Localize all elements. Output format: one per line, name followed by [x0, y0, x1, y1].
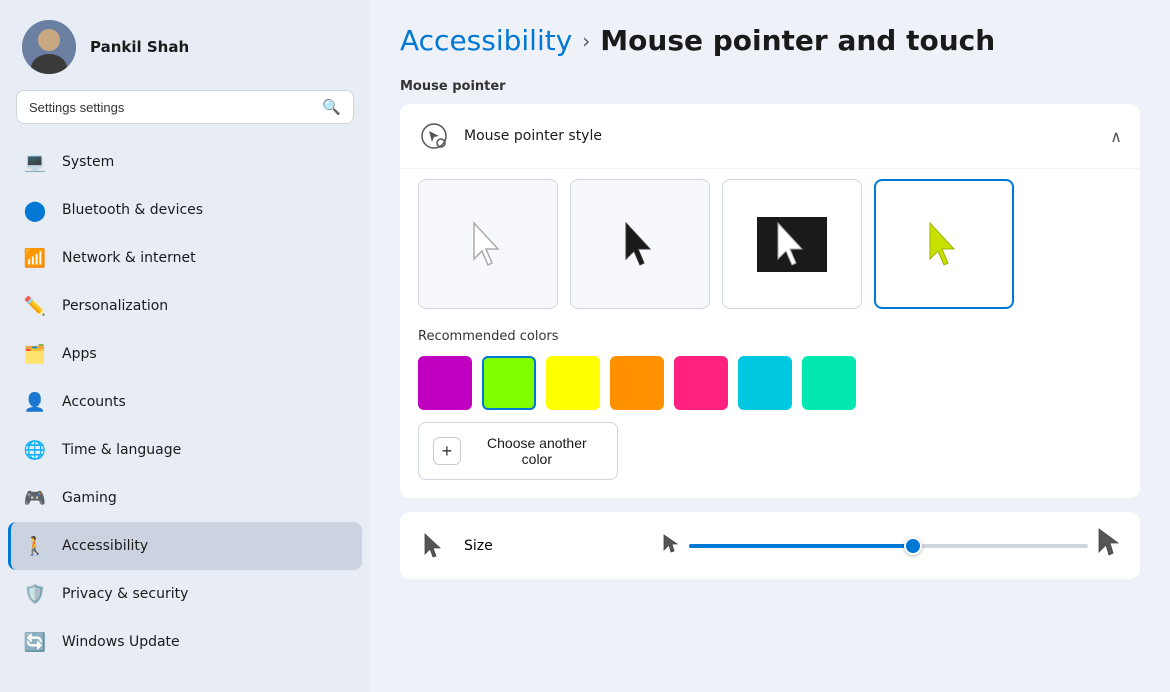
user-profile[interactable]: Pankil Shah	[0, 0, 370, 90]
sidebar-item-label: Gaming	[62, 490, 117, 506]
sidebar-item-label: Accounts	[62, 394, 126, 410]
sidebar-item-time[interactable]: 🌐 Time & language	[8, 426, 362, 474]
color-swatch-yellow[interactable]	[546, 356, 600, 410]
sidebar-item-accounts[interactable]: 👤 Accounts	[8, 378, 362, 426]
sidebar-item-label: Time & language	[62, 442, 181, 458]
sidebar-nav: 💻 System ⬤ Bluetooth & devices 📶 Network…	[0, 134, 370, 692]
accessibility-icon: 🚶	[22, 533, 48, 559]
plus-icon: +	[433, 437, 461, 465]
color-swatch-pink[interactable]	[674, 356, 728, 410]
sidebar-item-network[interactable]: 📶 Network & internet	[8, 234, 362, 282]
breadcrumb-parent[interactable]: Accessibility	[400, 24, 572, 57]
privacy-icon: 🛡️	[22, 581, 48, 607]
size-slider[interactable]	[689, 544, 1088, 548]
mouse-pointer-style-header[interactable]: Mouse pointer style ∧	[400, 104, 1140, 168]
sidebar-item-label: Windows Update	[62, 634, 180, 650]
choose-color-label: Choose another color	[471, 435, 603, 467]
choose-color-button[interactable]: + Choose another color	[418, 422, 618, 480]
card-header-left: Mouse pointer style	[418, 120, 602, 152]
sidebar-item-label: Network & internet	[62, 250, 196, 266]
apps-icon: 🗂️	[22, 341, 48, 367]
slider-fill	[689, 544, 912, 548]
windows-update-icon: 🔄	[22, 629, 48, 655]
sidebar-item-gaming[interactable]: 🎮 Gaming	[8, 474, 362, 522]
color-swatch-teal[interactable]	[802, 356, 856, 410]
cursor-option-white[interactable]	[418, 179, 558, 309]
color-swatch-lime[interactable]	[482, 356, 536, 410]
sidebar-item-label: Bluetooth & devices	[62, 202, 203, 218]
sidebar-item-label: Accessibility	[62, 538, 148, 554]
colors-section: Recommended colors + Choose another colo…	[418, 329, 1122, 480]
search-input[interactable]	[29, 100, 314, 115]
sidebar-item-label: Personalization	[62, 298, 168, 314]
mouse-pointer-style-card: Mouse pointer style ∧	[400, 104, 1140, 498]
color-swatch-purple[interactable]	[418, 356, 472, 410]
color-swatch-cyan[interactable]	[738, 356, 792, 410]
size-icon	[418, 530, 450, 562]
time-icon: 🌐	[22, 437, 48, 463]
sidebar-item-label: Privacy & security	[62, 586, 188, 602]
sidebar-item-label: Apps	[62, 346, 97, 362]
sidebar-item-system[interactable]: 💻 System	[8, 138, 362, 186]
gaming-icon: 🎮	[22, 485, 48, 511]
search-box[interactable]: 🔍	[16, 90, 354, 124]
network-icon: 📶	[22, 245, 48, 271]
system-icon: 💻	[22, 149, 48, 175]
breadcrumb: Accessibility › Mouse pointer and touch	[400, 24, 1140, 57]
size-slider-area	[663, 528, 1122, 563]
size-left: Size	[418, 530, 647, 562]
cursor-options	[418, 179, 1122, 309]
size-label: Size	[464, 538, 493, 554]
bluetooth-icon: ⬤	[22, 197, 48, 223]
accounts-icon: 👤	[22, 389, 48, 415]
colors-label: Recommended colors	[418, 329, 1122, 344]
slider-max-icon	[1098, 528, 1122, 563]
search-icon: 🔍	[322, 98, 341, 116]
sidebar-item-windows-update[interactable]: 🔄 Windows Update	[8, 618, 362, 666]
breadcrumb-current: Mouse pointer and touch	[600, 24, 995, 57]
inverted-bg	[757, 217, 827, 272]
sidebar-item-apps[interactable]: 🗂️ Apps	[8, 330, 362, 378]
user-name: Pankil Shah	[90, 38, 189, 56]
pointer-style-icon	[418, 120, 450, 152]
avatar	[22, 20, 76, 74]
color-swatch-orange[interactable]	[610, 356, 664, 410]
cursor-option-black[interactable]	[570, 179, 710, 309]
sidebar-item-bluetooth[interactable]: ⬤ Bluetooth & devices	[8, 186, 362, 234]
cursor-option-custom[interactable]	[874, 179, 1014, 309]
mouse-pointer-style-body: Recommended colors + Choose another colo…	[400, 168, 1140, 498]
sidebar-item-label: System	[62, 154, 114, 170]
sidebar-item-personalization[interactable]: ✏️ Personalization	[8, 282, 362, 330]
sidebar-item-privacy[interactable]: 🛡️ Privacy & security	[8, 570, 362, 618]
size-card: Size	[400, 512, 1140, 579]
slider-min-icon	[663, 534, 679, 558]
section-title: Mouse pointer	[400, 79, 1140, 94]
personalization-icon: ✏️	[22, 293, 48, 319]
sidebar-item-accessibility[interactable]: 🚶 Accessibility	[8, 522, 362, 570]
color-swatches	[418, 356, 1122, 410]
slider-thumb[interactable]	[904, 537, 922, 555]
sidebar: Pankil Shah 🔍 💻 System ⬤ Bluetooth & dev…	[0, 0, 370, 692]
collapse-icon[interactable]: ∧	[1110, 127, 1122, 146]
cursor-option-inverted[interactable]	[722, 179, 862, 309]
breadcrumb-separator: ›	[582, 29, 590, 53]
main-content: Accessibility › Mouse pointer and touch …	[370, 0, 1170, 692]
mouse-pointer-style-title: Mouse pointer style	[464, 128, 602, 144]
